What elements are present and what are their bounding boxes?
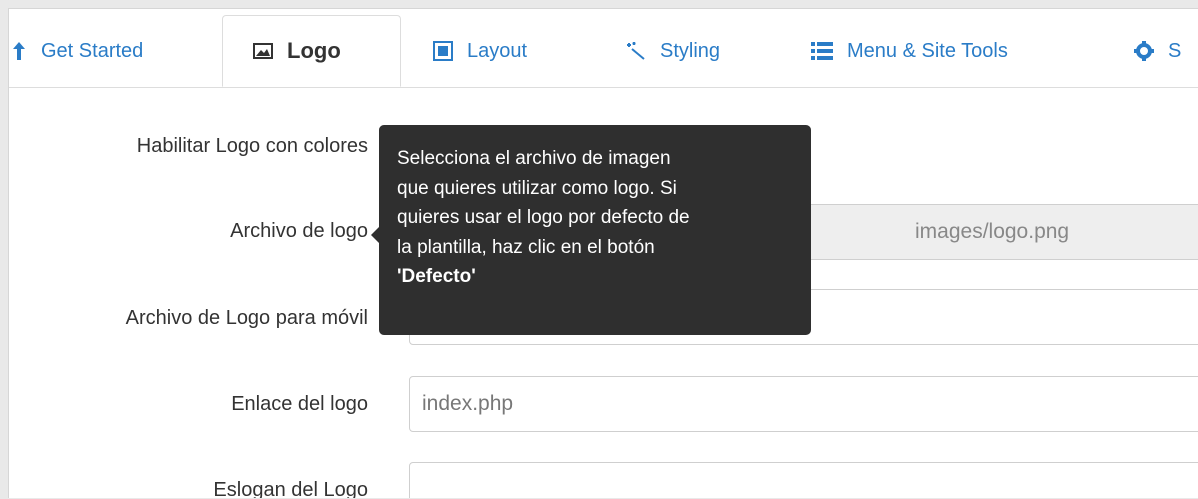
enable-logo-label: Habilitar Logo con colores xyxy=(136,135,368,157)
tab-get-started[interactable]: Get Started xyxy=(11,15,143,87)
tab-bar: Get Started Logo Layout Styling Menu & S xyxy=(9,9,1198,88)
help-tooltip: Selecciona el archivo de imagen que quie… xyxy=(379,125,811,335)
image-icon xyxy=(253,43,273,59)
logo-link-label: Enlace del logo xyxy=(231,393,368,415)
tab-styling[interactable]: Styling xyxy=(626,15,720,87)
tooltip-line: que quieres utilizar como logo. Si xyxy=(397,177,677,199)
tab-label: S xyxy=(1168,39,1182,62)
tooltip-arrow xyxy=(371,227,379,243)
list-icon xyxy=(811,41,833,61)
logo-file-value: images/logo.png xyxy=(915,220,1070,243)
logo-file-label: Archivo de logo xyxy=(230,220,368,242)
logo-link-input[interactable]: index.php xyxy=(409,376,1198,432)
tab-layout[interactable]: Layout xyxy=(433,15,527,87)
tooltip-line: Selecciona el archivo de imagen xyxy=(397,148,671,169)
tab-label: Layout xyxy=(467,39,528,62)
mobile-logo-label: Archivo de Logo para móvil xyxy=(125,307,368,329)
tab-menu-site-tools[interactable]: Menu & Site Tools xyxy=(811,15,1008,87)
tooltip-line: quieres usar el logo por defecto de xyxy=(397,207,690,228)
gear-icon xyxy=(1134,41,1154,61)
tooltip-default-word: 'Defecto' xyxy=(397,266,476,287)
tab-settings[interactable]: S xyxy=(1134,15,1181,87)
logo-slogan-input[interactable] xyxy=(409,462,1198,498)
tooltip-bold-line: 'Defecto' xyxy=(397,262,795,292)
tab-label: Menu & Site Tools xyxy=(847,39,1008,62)
tab-label: Styling xyxy=(660,39,721,62)
tooltip-line: la plantilla, haz clic en el botón xyxy=(397,236,655,258)
magic-wand-icon xyxy=(626,41,646,61)
layout-icon xyxy=(433,41,453,61)
level-up-icon xyxy=(11,41,27,61)
tab-label: Get Started xyxy=(41,39,144,62)
logo-slogan-label: Eslogan del Logo xyxy=(213,479,368,498)
tab-logo[interactable]: Logo xyxy=(222,15,401,87)
template-settings-panel: Get Started Logo Layout Styling Menu & S xyxy=(8,8,1198,498)
tab-label: Logo xyxy=(287,38,341,63)
